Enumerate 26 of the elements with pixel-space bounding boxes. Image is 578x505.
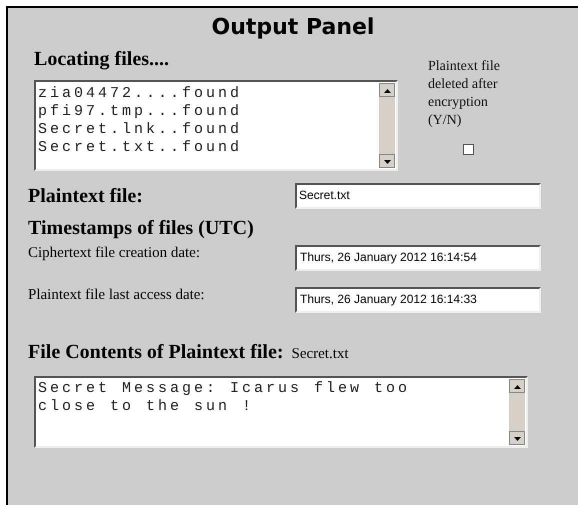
checkbox-label: Plaintext file deleted after encryption (Y/N) (428, 58, 501, 130)
scrollbar[interactable] (509, 378, 525, 444)
field-label: Plaintext file last access date: (28, 286, 206, 305)
field-label: Plaintext file: (28, 184, 144, 208)
panel-title: Output Panel (212, 14, 374, 42)
file-name: Secret.txt (292, 345, 349, 364)
file-listbox[interactable]: zia04472....found pfi97.tmp...found Secret.lnk..found Secret.txt..found (34, 80, 398, 171)
field-label: Ciphertext file creation date: (28, 244, 202, 263)
section-heading: Timestamps of files (UTC) (28, 216, 254, 241)
file-contents-text: Secret Message: Icarus flew too close to the sun ! (38, 380, 412, 416)
scroll-up-icon[interactable] (509, 378, 525, 392)
section-heading: Locating files.... (34, 47, 169, 72)
scroll-up-icon[interactable] (379, 83, 395, 97)
input-field[interactable]: Thurs, 26 January 2012 16:14:33 (295, 287, 541, 313)
scroll-down-icon[interactable] (379, 154, 395, 168)
list-item[interactable]: zia04472....found (38, 85, 242, 103)
section-heading: File Contents of Plaintext file: (28, 340, 284, 365)
list-item[interactable]: Secret.lnk..found (38, 121, 242, 139)
input-field[interactable]: Secret.txt (295, 183, 541, 209)
checkbox[interactable] (462, 144, 474, 155)
input-field[interactable]: Thurs, 26 January 2012 16:14:54 (295, 245, 541, 271)
contents-textarea[interactable]: Secret Message: Icarus flew too close to the sun ! (34, 376, 528, 448)
scroll-down-icon[interactable] (509, 430, 525, 444)
list-item[interactable]: pfi97.tmp...found (38, 103, 242, 121)
scrollbar[interactable] (379, 83, 395, 168)
list-item[interactable]: Secret.txt..found (38, 139, 242, 157)
